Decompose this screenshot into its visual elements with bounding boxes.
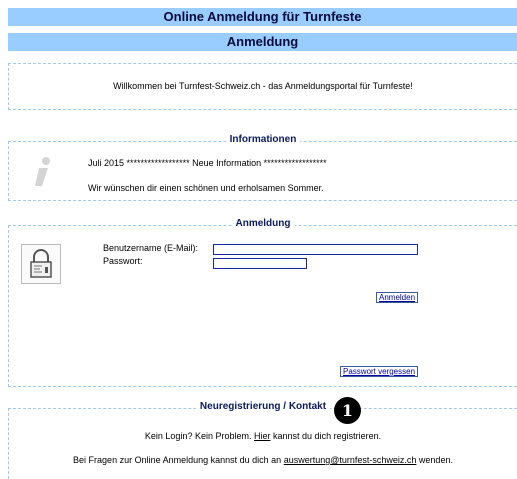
lock-icon: [21, 244, 61, 284]
info-panel: Informationen Juli 2015 ****************…: [8, 134, 517, 201]
welcome-panel: Willkommen bei Turnfest-Schweiz.ch - das…: [8, 63, 517, 110]
site-title: Online Anmeldung für Turnfeste: [163, 9, 362, 24]
username-label: Benutzername (E-Mail):: [103, 243, 199, 253]
contact-email-link[interactable]: auswertung@turnfest-schweiz.ch: [284, 455, 417, 465]
site-title-bar: Online Anmeldung für Turnfeste: [8, 8, 517, 26]
info-line-2: Wir wünschen dir einen schönen und erhol…: [88, 183, 324, 193]
register-text: Kein Login? Kein Problem.: [144, 431, 252, 441]
register-panel: Neuregistrierung / Kontakt Kein Login? K…: [8, 401, 517, 479]
section-title-bar: Anmeldung: [8, 33, 517, 51]
login-panel: Anmeldung Benutzername (E-Mail): Passwor…: [8, 218, 517, 387]
contact-text: Bei Fragen zur Online Anmeldung kannst d…: [73, 455, 282, 465]
register-legend: Neuregistrierung / Kontakt: [9, 401, 517, 412]
password-input[interactable]: [213, 258, 307, 269]
contact-text-end: wenden.: [418, 455, 453, 465]
username-input[interactable]: [213, 244, 418, 255]
section-title: Anmeldung: [226, 34, 299, 49]
login-legend: Anmeldung: [9, 218, 517, 229]
info-line-1: Juli 2015 ****************** Neue Inform…: [88, 158, 327, 168]
login-button[interactable]: Anmelden: [376, 292, 419, 303]
register-text-end: kannst du dich registrieren.: [273, 431, 382, 441]
contact-line: Bei Fragen zur Online Anmeldung kannst d…: [9, 455, 517, 465]
register-line-1: Kein Login? Kein Problem. Hier kannst du…: [9, 431, 517, 441]
step-badge: 1: [334, 397, 361, 424]
welcome-text: Willkommen bei Turnfest-Schweiz.ch - das…: [113, 81, 413, 91]
register-link[interactable]: Hier: [254, 431, 271, 441]
forgot-password-button[interactable]: Passwort vergessen: [340, 366, 419, 377]
info-icon: [23, 152, 63, 192]
info-legend: Informationen: [9, 134, 517, 145]
password-label: Passwort:: [103, 256, 143, 266]
